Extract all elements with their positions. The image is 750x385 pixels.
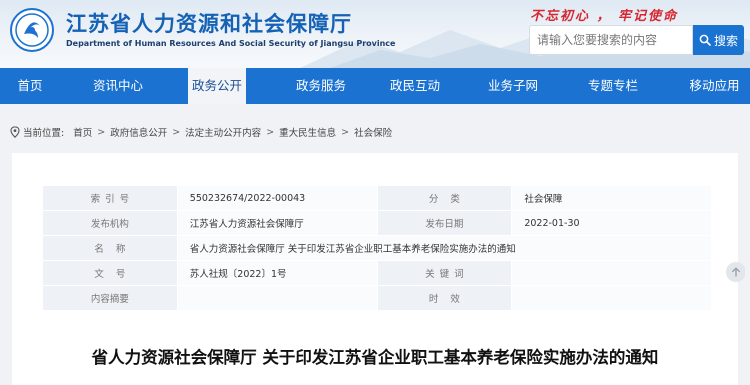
breadcrumb-separator: > <box>172 126 181 138</box>
breadcrumb-separator: > <box>341 126 350 138</box>
nav-item-government-affairs-open[interactable]: 政务公开 <box>188 68 246 104</box>
search-icon <box>699 34 711 46</box>
breadcrumb-social-insurance[interactable]: 社会保险 <box>354 125 392 139</box>
validity-label: 时效 <box>376 285 513 311</box>
table-row: 文号 苏人社规〔2022〕1号 关键词 <box>42 260 712 286</box>
table-row: 发布机构 江苏省人力资源社会保障厅 发布日期 2022-01-30 <box>42 210 712 236</box>
nav-item-home[interactable]: 首页 <box>0 68 60 104</box>
publisher-label: 发布机构 <box>42 210 178 236</box>
validity-value <box>511 285 712 311</box>
document-number-value: 苏人社规〔2022〕1号 <box>176 260 378 286</box>
search-input[interactable] <box>530 26 692 54</box>
nav-item-public-interaction[interactable]: 政民互动 <box>380 68 450 104</box>
index-value: 550232674/2022-00043 <box>176 185 378 211</box>
breadcrumb-separator: > <box>266 126 275 138</box>
search-button[interactable]: 搜索 <box>693 25 744 55</box>
document-number-label: 文号 <box>42 260 178 286</box>
site-header: 江苏省人力资源和社会保障厅 Department of Human Resour… <box>0 0 750 68</box>
nav-item-business-subnet[interactable]: 业务子网 <box>478 68 548 104</box>
table-row: 索引号 550232674/2022-00043 分类 社会保障 <box>42 185 712 211</box>
breadcrumb-home[interactable]: 首页 <box>73 125 92 139</box>
keywords-label: 关键词 <box>376 260 513 286</box>
slogan: 不忘初心 ， 牢记使命 <box>530 9 679 24</box>
document-title: 省人力资源社会保障厅 关于印发江苏省企业职工基本养老保险实施办法的通知 <box>91 348 659 367</box>
summary-label: 内容摘要 <box>42 285 178 311</box>
main-nav: 首页 资讯中心 政务公开 政务服务 政民互动 业务子网 专题专栏 移动应用 <box>0 68 750 104</box>
category-value: 社会保障 <box>511 185 712 211</box>
site-title-english: Department of Human Resources And Social… <box>66 39 396 48</box>
breadcrumb-separator: > <box>97 126 106 138</box>
table-row: 名称 省人力资源社会保障厅 关于印发江苏省企业职工基本养老保险实施办法的通知 <box>42 235 713 261</box>
nav-item-government-services[interactable]: 政务服务 <box>286 68 356 104</box>
name-label: 名称 <box>42 235 178 261</box>
publish-date-label: 发布日期 <box>376 210 513 236</box>
summary-value <box>176 285 378 311</box>
breadcrumb-statutory-open-content[interactable]: 法定主动公开内容 <box>185 125 261 139</box>
search-box <box>529 25 693 55</box>
back-to-top-button[interactable] <box>726 262 746 282</box>
publisher-value: 江苏省人力资源社会保障厅 <box>176 210 378 236</box>
arrow-up-icon <box>732 267 740 277</box>
breadcrumb-prefix: 当前位置: <box>23 128 65 139</box>
category-label: 分类 <box>376 185 513 211</box>
nav-item-news-center[interactable]: 资讯中心 <box>83 68 153 104</box>
nav-item-special-topics[interactable]: 专题专栏 <box>578 68 648 104</box>
keywords-value <box>511 260 712 286</box>
name-value: 省人力资源社会保障厅 关于印发江苏省企业职工基本养老保险实施办法的通知 <box>176 235 713 261</box>
breadcrumb-major-livelihood-info[interactable]: 重大民生信息 <box>279 125 336 139</box>
index-label: 索引号 <box>42 185 178 211</box>
location-pin-icon <box>10 126 20 138</box>
breadcrumb-government-info-open[interactable]: 政府信息公开 <box>110 125 167 139</box>
jiangsu-hrss-logo-icon[interactable] <box>10 8 54 52</box>
site-title[interactable]: 江苏省人力资源和社会保障厅 <box>66 8 352 38</box>
publish-date-value: 2022-01-30 <box>511 210 712 236</box>
breadcrumb: 当前位置: 首页 > 政府信息公开 > 法定主动公开内容 > 重大民生信息 > … <box>10 125 392 139</box>
nav-item-mobile-apps[interactable]: 移动应用 <box>679 68 750 104</box>
table-row: 内容摘要 时效 <box>42 285 712 311</box>
scrollbar[interactable] <box>745 104 750 385</box>
document-info-table: 索引号 550232674/2022-00043 分类 社会保障 发布机构 江苏… <box>42 185 713 311</box>
search-button-label: 搜索 <box>713 33 738 48</box>
